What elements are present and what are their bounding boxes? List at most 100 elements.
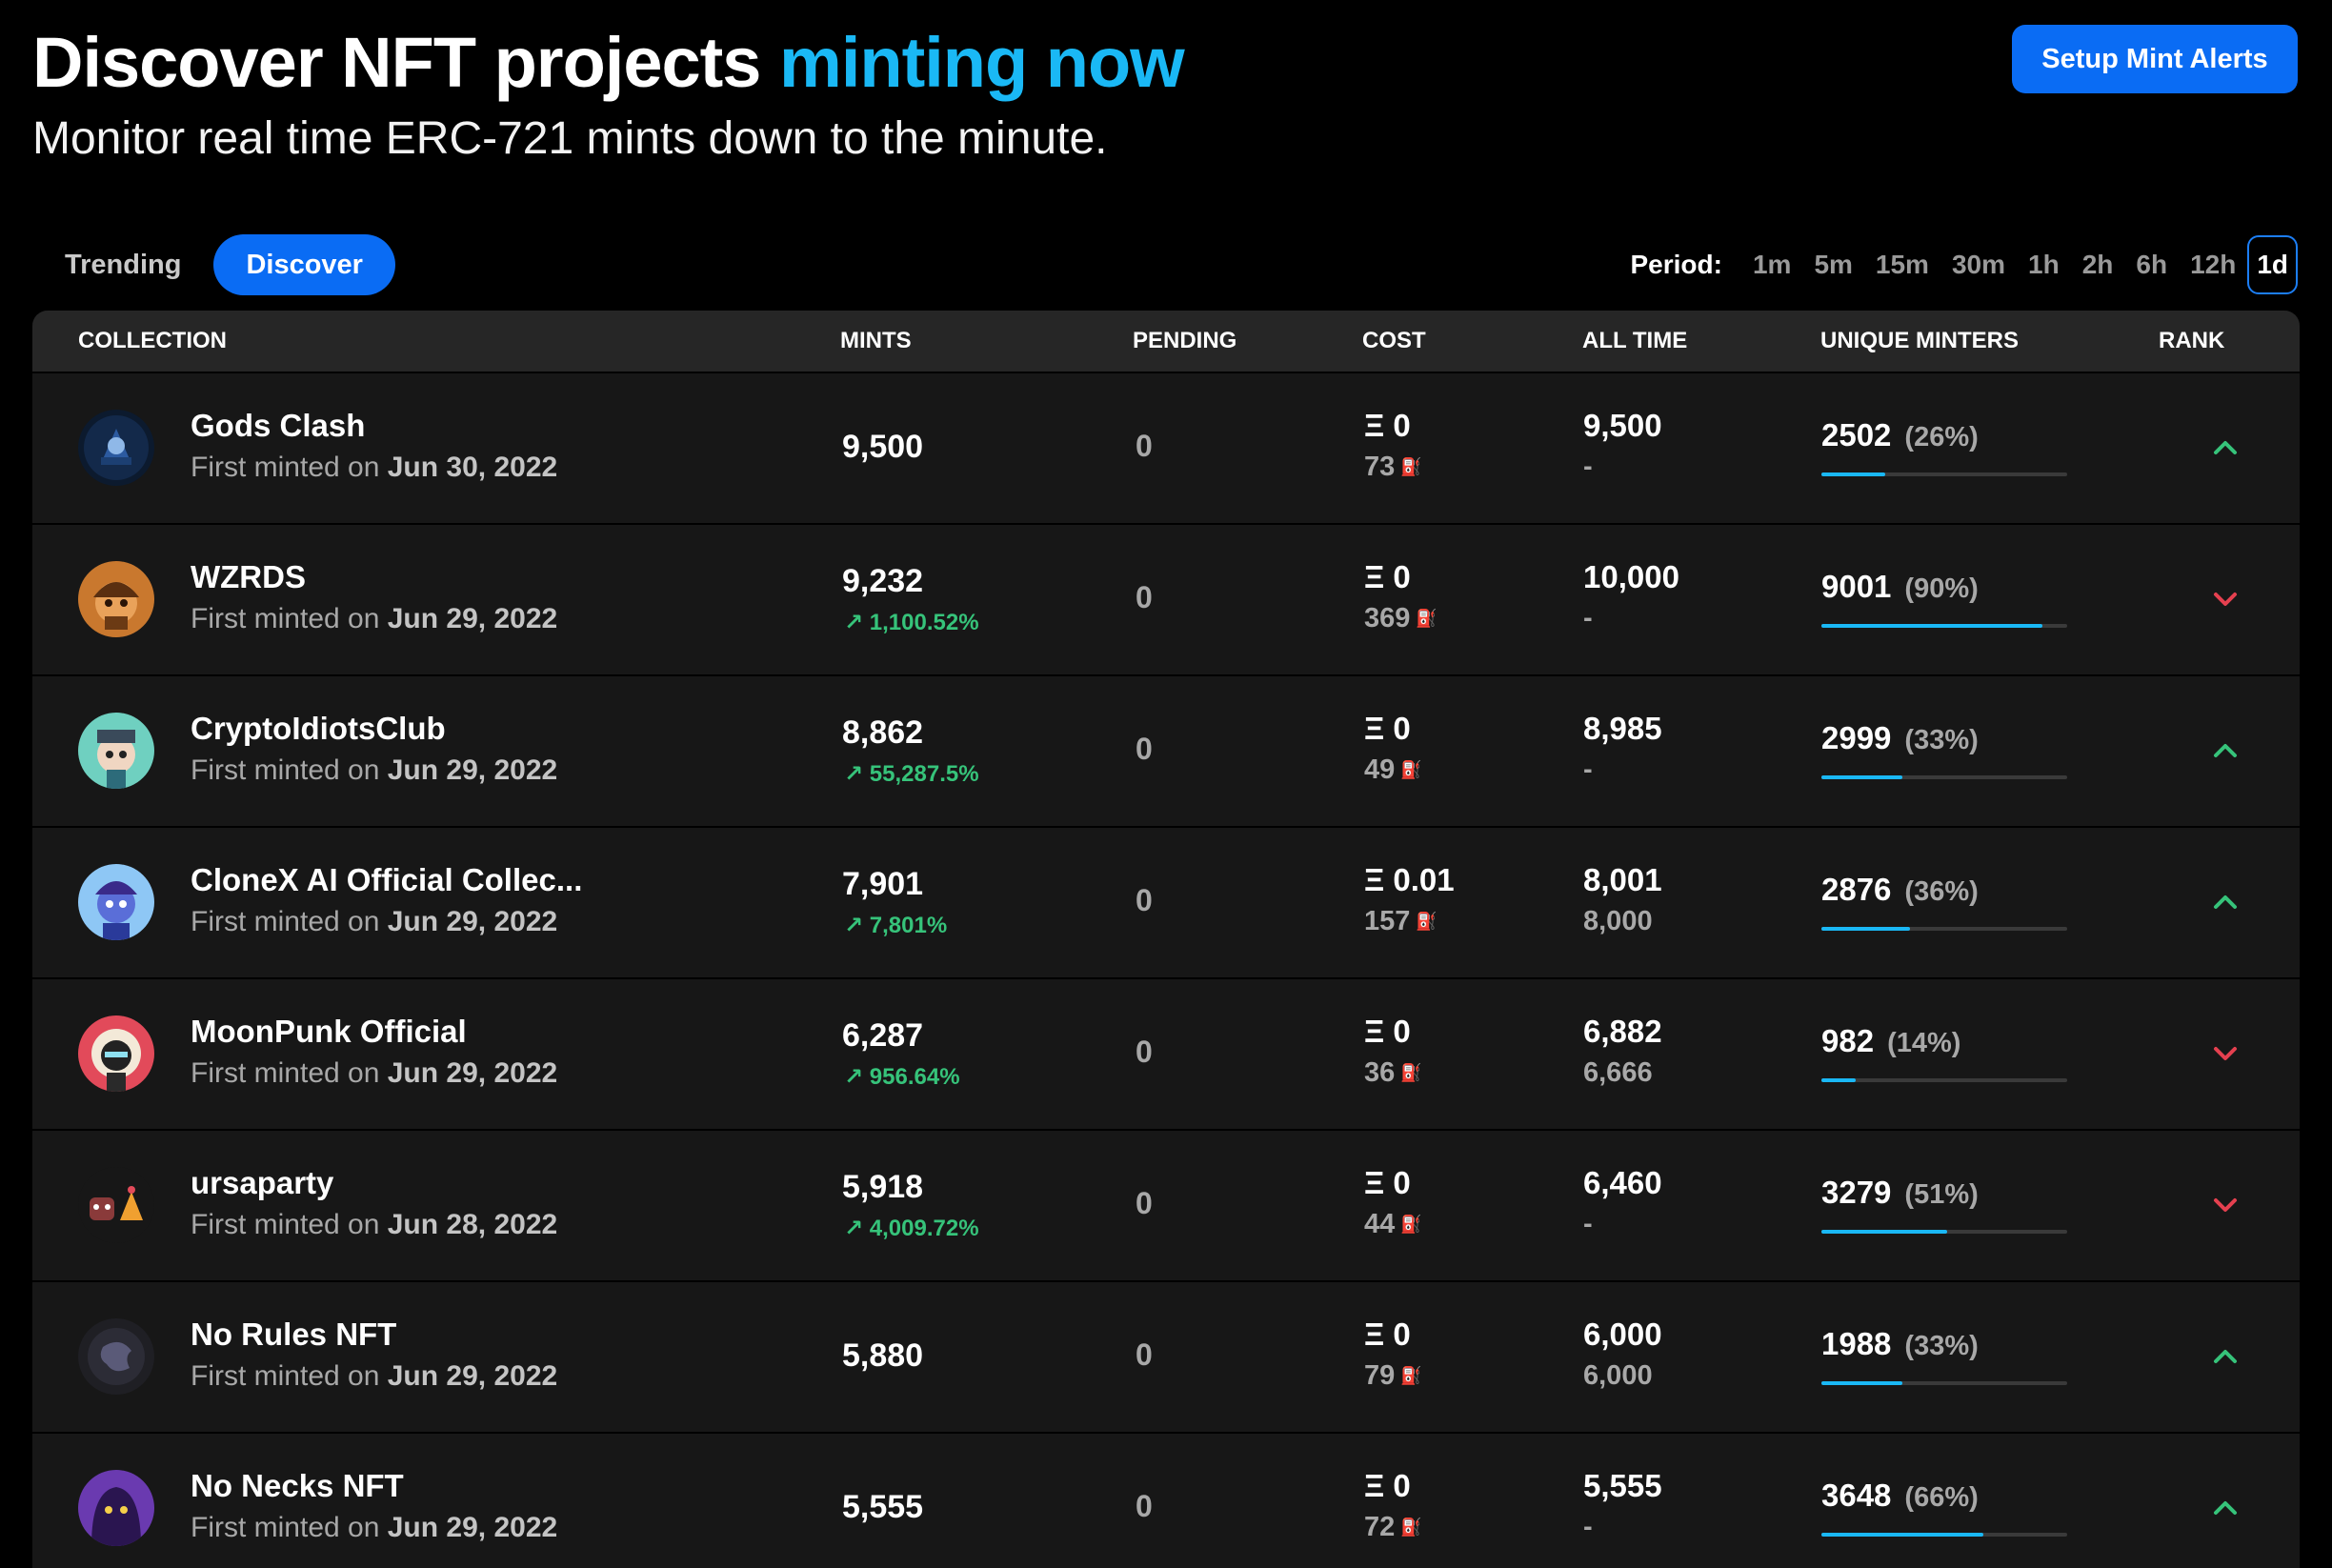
first-minted-date: Jun 28, 2022 — [387, 1209, 558, 1240]
pending-count: 0 — [1136, 1035, 1153, 1069]
pending-count: 0 — [1136, 732, 1153, 766]
column-header-all-time[interactable]: ALL TIME — [1582, 311, 1687, 372]
unique-minters-bar — [1821, 1078, 2067, 1082]
first-minted-prefix: First minted on — [191, 603, 380, 634]
mints-change: ↗ 7,801% — [844, 912, 947, 939]
gas-pump-icon: ⛽ — [1416, 912, 1437, 931]
column-header-rank[interactable]: RANK — [2159, 311, 2224, 372]
trend-up-arrow-icon: ↗ — [844, 913, 864, 938]
unique-minters: 982 (14%) — [1821, 1023, 1960, 1059]
first-minted-prefix: First minted on — [191, 1209, 380, 1240]
first-minted-date: Jun 29, 2022 — [387, 1512, 558, 1543]
tab-trending[interactable]: Trending — [32, 234, 213, 295]
unique-minters-bar — [1821, 1533, 2067, 1537]
all-time-mints: 5,555 — [1583, 1468, 1662, 1503]
table-row[interactable]: No Necks NFT First minted on Jun 29, 2022… — [32, 1432, 2300, 1568]
collection-name[interactable]: No Necks NFT — [191, 1468, 404, 1504]
collection-avatar-wzrds[interactable] — [78, 561, 154, 637]
mints-count: 5,555 — [842, 1489, 924, 1525]
max-supply: - — [1583, 1512, 1593, 1542]
table-row[interactable]: No Rules NFT First minted on Jun 29, 2022… — [32, 1280, 2300, 1432]
max-supply: 6,666 — [1583, 1057, 1653, 1088]
table-row[interactable]: WZRDS First minted on Jun 29, 2022 9,232 ↗ … — [32, 523, 2300, 674]
unique-minters-percent: (51%) — [1904, 1179, 1979, 1210]
pending-count: 0 — [1136, 1489, 1153, 1523]
period-option-1h[interactable]: 1h — [2017, 237, 2071, 292]
first-minted-text: First minted on Jun 29, 2022 — [191, 754, 557, 787]
collection-name[interactable]: CryptoIdiotsClub — [191, 711, 446, 747]
mints-change-value: 7,801% — [869, 913, 948, 938]
period-option-2h[interactable]: 2h — [2071, 237, 2125, 292]
period-option-6h[interactable]: 6h — [2124, 237, 2179, 292]
view-tabs: Trending Discover — [32, 234, 395, 295]
unique-minters-count: 982 — [1821, 1023, 1875, 1058]
collection-name[interactable]: CloneX AI Official Collec... — [191, 862, 582, 898]
collection-avatar-moonpunk[interactable] — [78, 1015, 154, 1092]
collection-avatar-clonex[interactable] — [78, 864, 154, 940]
unique-minters-bar — [1821, 472, 2067, 476]
column-header-pending[interactable]: PENDING — [1133, 311, 1236, 372]
period-option-5m[interactable]: 5m — [1802, 237, 1863, 292]
pending-count: 0 — [1136, 580, 1153, 614]
first-minted-date: Jun 29, 2022 — [387, 906, 558, 937]
mint-cost: Ξ 0.01 — [1364, 862, 1455, 897]
collection-avatar-cryptoidiots[interactable] — [78, 713, 154, 789]
gas-pump-icon: ⛽ — [1400, 760, 1422, 779]
collection-name[interactable]: MoonPunk Official — [191, 1014, 467, 1050]
unique-minters-bar-fill — [1821, 1230, 1947, 1234]
first-minted-prefix: First minted on — [191, 906, 380, 937]
collection-avatar-gods-clash[interactable] — [78, 410, 154, 486]
column-header-mints[interactable]: MINTS — [840, 311, 912, 372]
unique-minters-bar-fill — [1821, 1381, 1903, 1385]
all-time-mints: 9,500 — [1583, 408, 1662, 443]
table-row[interactable]: CryptoIdiotsClub First minted on Jun 29, … — [32, 674, 2300, 826]
period-option-1m[interactable]: 1m — [1741, 237, 1802, 292]
gas-cost: 44 ⛽ — [1364, 1209, 1422, 1240]
table-row[interactable]: MoonPunk Official First minted on Jun 29,… — [32, 977, 2300, 1129]
unique-minters-bar — [1821, 1381, 2067, 1385]
period-option-30m[interactable]: 30m — [1940, 237, 2017, 292]
rank-down-chevron-icon — [2208, 1188, 2242, 1222]
all-time-mints: 10,000 — [1583, 559, 1679, 594]
mints-count: 6,287 — [842, 1017, 924, 1054]
gas-pump-icon: ⛽ — [1400, 457, 1422, 476]
column-header-collection[interactable]: COLLECTION — [78, 311, 227, 372]
collection-name[interactable]: No Rules NFT — [191, 1317, 396, 1353]
collection-name[interactable]: Gods Clash — [191, 408, 365, 444]
collection-name[interactable]: ursaparty — [191, 1165, 333, 1201]
table-header: COLLECTION MINTS PENDING COST ALL TIME U… — [32, 311, 2300, 372]
mint-cost: Ξ 0 — [1364, 1468, 1411, 1503]
mints-count: 7,901 — [842, 866, 924, 902]
unique-minters-count: 9001 — [1821, 569, 1892, 604]
period-option-1d[interactable]: 1d — [2247, 235, 2298, 294]
gas-cost-value: 157 — [1364, 906, 1411, 936]
collection-avatar-no-rules[interactable] — [78, 1318, 154, 1395]
pending-count: 0 — [1136, 1186, 1153, 1220]
gas-pump-icon: ⛽ — [1400, 1518, 1422, 1537]
max-supply: 6,000 — [1583, 1360, 1653, 1391]
all-time-mints: 8,001 — [1583, 862, 1662, 897]
table-row[interactable]: Gods Clash First minted on Jun 30, 2022 9,… — [32, 372, 2300, 523]
table-row[interactable]: ursaparty First minted on Jun 28, 2022 5,9… — [32, 1129, 2300, 1280]
unique-minters-bar-fill — [1821, 624, 2043, 628]
column-header-cost[interactable]: COST — [1362, 311, 1426, 372]
gas-pump-icon: ⛽ — [1416, 609, 1437, 628]
unique-minters: 3648 (66%) — [1821, 1478, 1979, 1514]
pending-count: 0 — [1136, 429, 1153, 463]
collection-avatar-ursaparty[interactable] — [78, 1167, 154, 1243]
first-minted-date: Jun 29, 2022 — [387, 1360, 558, 1392]
collection-avatar-no-necks[interactable] — [78, 1470, 154, 1546]
gas-cost-value: 72 — [1364, 1512, 1396, 1542]
unique-minters-percent: (90%) — [1904, 573, 1979, 604]
table-row[interactable]: CloneX AI Official Collec... First minted… — [32, 826, 2300, 977]
tab-discover[interactable]: Discover — [213, 234, 395, 295]
period-option-15m[interactable]: 15m — [1864, 237, 1940, 292]
setup-mint-alerts-button[interactable]: Setup Mint Alerts — [2012, 25, 2298, 93]
collection-name[interactable]: WZRDS — [191, 559, 306, 595]
column-header-unique-minters[interactable]: UNIQUE MINTERS — [1820, 311, 2019, 372]
trend-up-arrow-icon: ↗ — [844, 761, 864, 787]
mints-count: 9,500 — [842, 429, 924, 465]
first-minted-date: Jun 29, 2022 — [387, 754, 558, 786]
period-option-12h[interactable]: 12h — [2179, 237, 2247, 292]
gas-cost: 36 ⛽ — [1364, 1057, 1422, 1089]
